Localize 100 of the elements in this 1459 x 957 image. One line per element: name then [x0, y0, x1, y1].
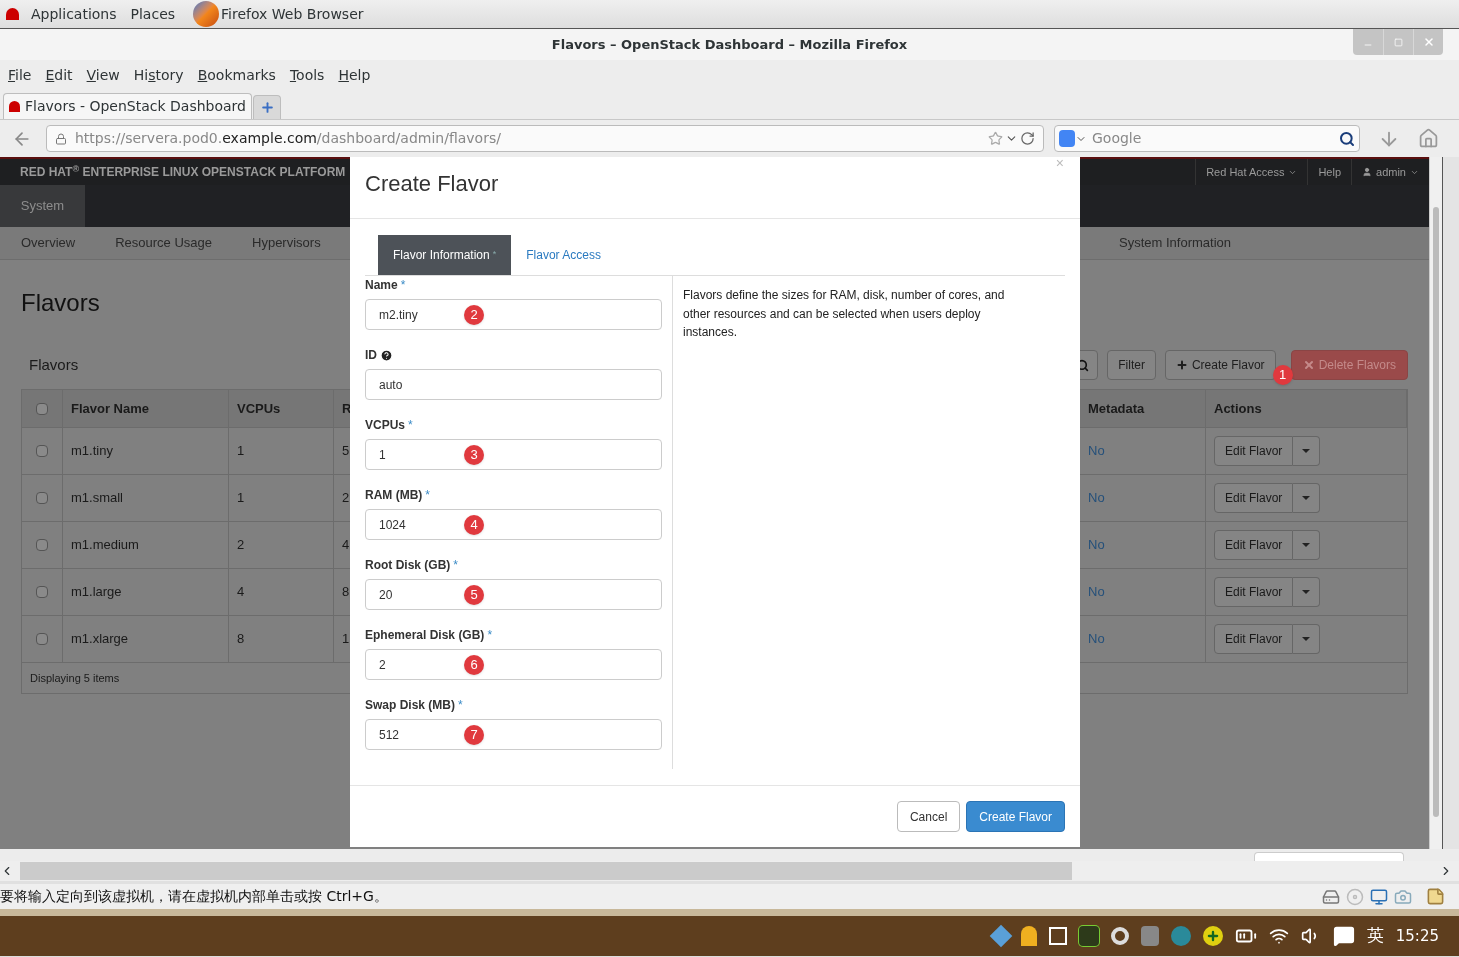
dashboard-tab[interactable]: System: [0, 185, 85, 227]
menu-item[interactable]: Bookmarks: [197, 64, 276, 86]
new-tab-button[interactable]: [253, 95, 281, 119]
select-all-checkbox[interactable]: [36, 402, 48, 415]
close-icon: [1302, 359, 1315, 371]
desktop-menu[interactable]: Places: [128, 3, 178, 25]
row-checkbox[interactable]: [36, 539, 48, 551]
table-cell-text: 5: [342, 442, 350, 461]
actions-dropdown-button[interactable]: [1293, 624, 1321, 654]
dialog-tab[interactable]: Flavor Access: [511, 235, 616, 275]
step-number-badge: 4: [464, 515, 484, 535]
home-icon[interactable]: [1418, 128, 1439, 149]
edit-flavor-button[interactable]: Edit Flavor: [1214, 483, 1294, 513]
create-flavor-submit-button[interactable]: Create Flavor: [966, 801, 1065, 832]
input-field[interactable]: 1024 4: [365, 509, 662, 540]
url-field[interactable]: https://servera.pod0.example.com/dashboard/admin/flavors/: [46, 125, 1044, 152]
edit-flavor-button[interactable]: Edit Flavor: [1214, 577, 1294, 607]
help-icon[interactable]: [380, 348, 393, 362]
actions-dropdown-button[interactable]: [1293, 483, 1321, 513]
edit-flavor-button[interactable]: Edit Flavor: [1214, 436, 1294, 466]
window-title: Flavors – OpenStack Dashboard – Mozilla Firefox: [551, 35, 908, 54]
clock[interactable]: 15:25: [1395, 924, 1439, 948]
note-icon[interactable]: [1426, 887, 1445, 906]
row-checkbox[interactable]: [36, 586, 48, 598]
actions-dropdown-button[interactable]: [1293, 436, 1321, 466]
field-label: Name: [365, 277, 398, 293]
cancel-button[interactable]: Cancel: [896, 801, 961, 832]
dialog-tab[interactable]: Flavor Information *: [378, 235, 512, 275]
plus-tray-icon[interactable]: [1202, 926, 1223, 946]
input-field[interactable]: 1 3: [365, 439, 662, 470]
menu-item[interactable]: Help: [338, 64, 371, 86]
input-method-indicator[interactable]: 英: [1366, 923, 1384, 949]
search-engine-icon[interactable]: [1059, 130, 1087, 147]
search-icon[interactable]: [1339, 130, 1355, 147]
field-label: RAM (MB): [365, 487, 423, 503]
required-mark: *: [453, 557, 458, 573]
search-field[interactable]: Google: [1092, 128, 1334, 149]
ring-tray-icon[interactable]: [1110, 927, 1129, 945]
filter-button[interactable]: Filter: [1107, 350, 1156, 380]
table-cell-text: 1: [342, 630, 350, 649]
favicon-icon: [9, 101, 21, 112]
column-header[interactable]: Actions: [1214, 398, 1262, 419]
table-cell-text: m1.xlarge: [71, 630, 129, 649]
lock-icon: [55, 132, 67, 145]
table-title: Flavors: [28, 354, 79, 375]
create-flavor-button[interactable]: Create Flavor: [1164, 350, 1276, 380]
active-app-name[interactable]: Firefox Web Browser: [221, 3, 364, 25]
required-mark: *: [408, 417, 413, 433]
user-icon: [1362, 167, 1373, 177]
required-mark: *: [425, 487, 430, 503]
table-cell-text: m1.tiny: [71, 442, 113, 461]
column-header[interactable]: Metadata: [1088, 398, 1145, 419]
menu-item[interactable]: File: [8, 64, 32, 86]
input-field[interactable]: 512 7: [365, 719, 662, 750]
actions-dropdown-button[interactable]: [1293, 577, 1321, 607]
required-mark: *: [487, 627, 493, 643]
browser-tab[interactable]: Flavors - OpenStack Dashboard: [3, 93, 252, 119]
edit-flavor-button[interactable]: Edit Flavor: [1214, 530, 1294, 560]
camera-icon[interactable]: [1394, 887, 1412, 906]
message-icon[interactable]: [1332, 925, 1355, 947]
plus-icon: [1175, 359, 1188, 371]
table-cell-text: 8: [342, 583, 350, 602]
input-field[interactable]: auto: [365, 369, 662, 400]
bookmark-star-icon[interactable]: [988, 131, 1003, 146]
row-checkbox[interactable]: [36, 445, 48, 457]
field-label: Swap Disk (MB): [365, 697, 455, 713]
vertical-scrollbar[interactable]: [1429, 157, 1442, 849]
subnav-link[interactable]: System Information: [1119, 233, 1231, 253]
input-field[interactable]: m2.tiny 2: [365, 299, 662, 330]
reload-icon[interactable]: [1020, 131, 1035, 146]
subnav-link[interactable]: Resource Usage: [115, 233, 212, 253]
subnav-link[interactable]: Overview: [21, 233, 76, 253]
step-number-badge: 7: [464, 725, 484, 745]
column-header[interactable]: VCPUs: [237, 398, 281, 419]
caret-icon: [1302, 449, 1311, 453]
column-header[interactable]: R: [342, 398, 352, 419]
caret-icon: [1302, 590, 1311, 594]
row-checkbox[interactable]: [36, 492, 48, 504]
actions-dropdown-button[interactable]: [1293, 530, 1321, 560]
search-bar[interactable]: Google: [1054, 125, 1360, 152]
desktop-menu[interactable]: Applications: [29, 3, 119, 25]
field-label: VCPUs: [365, 417, 405, 433]
window-tray-icon[interactable]: [1048, 927, 1067, 945]
menu-item[interactable]: Edit: [45, 64, 73, 86]
menu-item[interactable]: Tools: [289, 64, 325, 86]
disc-icon[interactable]: [1346, 887, 1364, 906]
edit-flavor-button[interactable]: Edit Flavor: [1214, 624, 1294, 654]
input-field[interactable]: 20 5: [365, 579, 662, 610]
row-checkbox[interactable]: [36, 633, 48, 645]
subnav-link[interactable]: Hypervisors: [252, 233, 321, 253]
menu-item[interactable]: History: [133, 64, 184, 86]
column-header[interactable]: Flavor Name: [71, 398, 150, 419]
menu-item[interactable]: View: [86, 64, 120, 86]
wifi-icon[interactable]: [1268, 926, 1289, 946]
box-tray-icon[interactable]: [1140, 926, 1159, 946]
hard-drive-icon[interactable]: [1322, 887, 1340, 906]
required-mark: *: [400, 277, 406, 293]
input-field[interactable]: 2 6: [365, 649, 662, 680]
horizontal-scrollbar[interactable]: [0, 861, 1459, 881]
dialog-description: Flavors define the sizes for RAM, disk, number of cores, and other resources and can be selected when users deploy instances.: [683, 287, 1006, 341]
